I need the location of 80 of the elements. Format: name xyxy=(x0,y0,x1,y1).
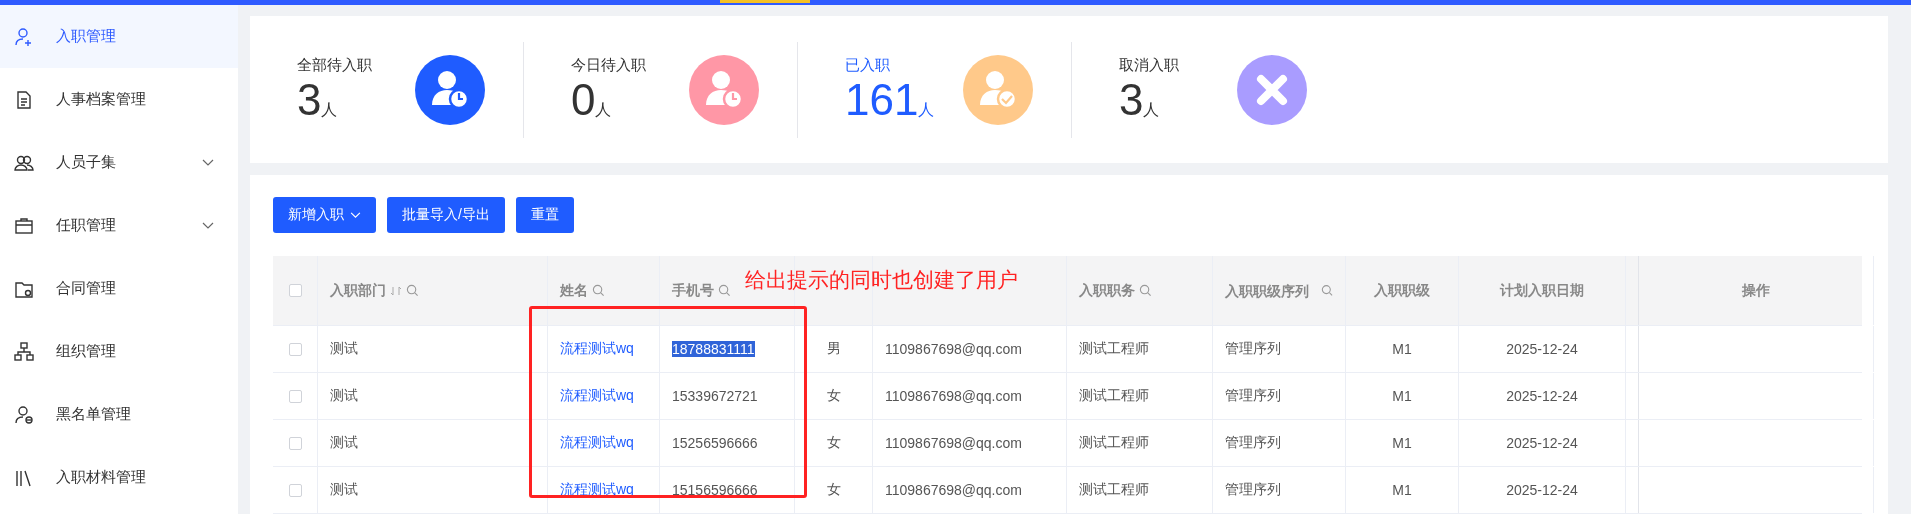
stat-value: 0人 xyxy=(571,77,613,123)
table-cell: 测试工程师 xyxy=(1079,434,1149,452)
column-header: 入职部门 xyxy=(330,281,386,300)
org-chart-icon xyxy=(14,341,34,362)
checkbox[interactable] xyxy=(288,436,302,450)
table-cell: 2025-12-24 xyxy=(1506,388,1578,404)
sidebar-item[interactable]: 黑名单管理 xyxy=(0,383,238,446)
table-cell: 1109867698@qq.com xyxy=(885,435,1022,451)
table-cell: 测试 xyxy=(330,340,358,358)
stat-label: 取消入职 xyxy=(1119,56,1180,75)
name-link[interactable]: 流程测试wq xyxy=(560,340,634,358)
table-cell: M1 xyxy=(1392,341,1412,357)
sidebar-item[interactable]: 入职管理 xyxy=(0,5,238,68)
column-header: 操作 xyxy=(1742,281,1770,300)
table-cell: 女 xyxy=(826,434,841,452)
table-cell: 15339672721 xyxy=(672,388,758,404)
document-icon xyxy=(14,89,34,110)
stat-label: 今日待入职 xyxy=(571,56,647,75)
name-link[interactable]: 流程测试wq xyxy=(560,387,634,405)
table-cell: 15156596666 xyxy=(672,482,758,498)
column-header: 入职职级 xyxy=(1374,281,1430,300)
name-link[interactable]: 流程测试wq xyxy=(560,434,634,452)
search-icon[interactable] xyxy=(1320,284,1333,297)
stat-value: 3人 xyxy=(297,77,339,123)
table-cell: 测试工程师 xyxy=(1079,387,1149,405)
table-cell: 管理序列 xyxy=(1225,387,1281,405)
checkbox[interactable] xyxy=(288,389,302,403)
column-header: 入职职级序列 xyxy=(1225,281,1310,301)
table-cell: 18788831111 xyxy=(672,341,755,357)
sidebar-item[interactable]: 人事档案管理 xyxy=(0,68,238,131)
table-cell: 管理序列 xyxy=(1225,340,1281,358)
stat-label: 已入职 xyxy=(845,56,891,75)
table-cell: 女 xyxy=(826,481,841,499)
table-cell: 1109867698@qq.com xyxy=(885,341,1022,357)
sort-icon[interactable] xyxy=(390,284,402,297)
sidebar-item[interactable]: 任职管理 xyxy=(0,194,238,257)
table-cell: 测试 xyxy=(330,387,358,405)
search-icon[interactable] xyxy=(718,284,731,297)
stat-label: 全部待入职 xyxy=(297,56,373,75)
sidebar-item[interactable]: 合同管理 xyxy=(0,257,238,320)
name-link[interactable]: 流程测试wq xyxy=(560,481,634,499)
sidebar-item[interactable]: 入职材料管理 xyxy=(0,446,238,509)
table-cell: 1109867698@qq.com xyxy=(885,482,1022,498)
table-cell: 2025-12-24 xyxy=(1506,435,1578,451)
column-header: 姓名 xyxy=(560,281,588,300)
briefcase-icon xyxy=(14,215,34,236)
column-header: 手机号 xyxy=(672,281,714,300)
checkbox[interactable] xyxy=(288,342,302,356)
table-cell: 2025-12-24 xyxy=(1506,482,1578,498)
table-cell: 测试 xyxy=(330,481,358,499)
column-header: 入职职务 xyxy=(1079,281,1135,300)
table-cell: 测试 xyxy=(330,434,358,452)
add-user-icon xyxy=(14,26,34,47)
search-icon[interactable] xyxy=(592,284,605,297)
user-minus-icon xyxy=(14,404,34,425)
annotation-text: 给出提示的同时也创建了用户 xyxy=(745,267,1018,293)
table-cell: 2025-12-24 xyxy=(1506,341,1578,357)
checkbox[interactable] xyxy=(288,483,302,497)
toolbar-button[interactable]: 新增入职 xyxy=(273,197,376,233)
table-cell: 管理序列 xyxy=(1225,481,1281,499)
table-cell: M1 xyxy=(1392,435,1412,451)
checkbox[interactable] xyxy=(288,284,302,297)
stat-value: 161人 xyxy=(845,77,936,123)
toolbar-button[interactable]: 重置 xyxy=(515,197,574,233)
toolbar-button[interactable]: 批量导入/导出 xyxy=(387,197,505,233)
table-cell: 女 xyxy=(826,387,841,405)
table-cell: M1 xyxy=(1392,388,1412,404)
table-cell: 管理序列 xyxy=(1225,434,1281,452)
table-cell: 1109867698@qq.com xyxy=(885,388,1022,404)
column-header: 计划入职日期 xyxy=(1500,281,1584,300)
table-cell: 男 xyxy=(826,340,841,358)
search-icon[interactable] xyxy=(1139,284,1152,297)
table-cell: 测试工程师 xyxy=(1079,340,1149,358)
sidebar-item[interactable]: 组织管理 xyxy=(0,320,238,383)
stat-value: 3人 xyxy=(1119,77,1161,123)
sidebar-item[interactable]: 人员子集 xyxy=(0,131,238,194)
table-cell: 15256596666 xyxy=(672,435,758,451)
table-cell: 测试工程师 xyxy=(1079,481,1149,499)
table-cell: M1 xyxy=(1392,482,1412,498)
search-icon[interactable] xyxy=(406,284,419,297)
